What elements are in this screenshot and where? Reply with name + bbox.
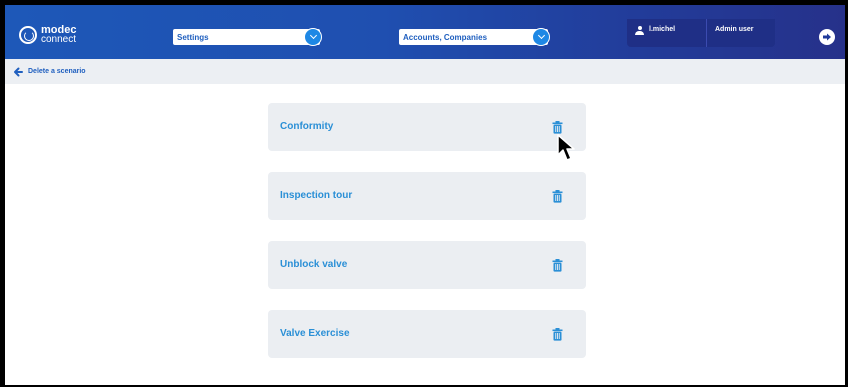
- trash-icon[interactable]: [552, 328, 563, 341]
- user-panel: l.michel Admin user: [627, 19, 775, 47]
- scenario-title: Conformity: [280, 121, 334, 132]
- top-bar: modec connect Settings Accounts, Compani…: [5, 5, 845, 59]
- scenario-title: Inspection tour: [280, 190, 353, 201]
- username: l.michel: [649, 26, 676, 33]
- breadcrumb: Delete a scenario: [5, 59, 845, 84]
- user-menu[interactable]: l.michel: [627, 19, 707, 47]
- logo-text: modec connect: [41, 25, 77, 45]
- mouse-cursor-icon: [557, 134, 575, 161]
- settings-dropdown-label: Settings: [177, 32, 209, 42]
- breadcrumb-label[interactable]: Delete a scenario: [28, 68, 86, 75]
- chevron-down-icon[interactable]: [304, 28, 322, 46]
- logout-icon: [823, 33, 831, 41]
- trash-icon[interactable]: [552, 259, 563, 272]
- scenario-title: Unblock valve: [280, 259, 348, 270]
- trash-icon[interactable]: [552, 190, 563, 203]
- back-arrow-icon[interactable]: [13, 67, 23, 77]
- role-label: Admin user: [715, 26, 754, 33]
- user-role: Admin user: [707, 19, 754, 47]
- scenario-card[interactable]: Conformity: [268, 103, 586, 151]
- logout-button[interactable]: [819, 29, 835, 45]
- user-icon: [635, 26, 644, 35]
- logo-mark-icon: [19, 26, 37, 44]
- chevron-down-icon[interactable]: [532, 28, 550, 46]
- accounts-dropdown-label: Accounts, Companies: [403, 32, 488, 42]
- logo-line2: connect: [41, 34, 77, 45]
- app-frame: modec connect Settings Accounts, Compani…: [5, 5, 845, 385]
- accounts-dropdown[interactable]: Accounts, Companies: [399, 28, 550, 46]
- scenario-card[interactable]: Inspection tour: [268, 172, 586, 220]
- logo[interactable]: modec connect: [19, 25, 77, 45]
- settings-dropdown[interactable]: Settings: [173, 28, 322, 46]
- scenario-card[interactable]: Valve Exercise: [268, 310, 586, 358]
- scenario-card[interactable]: Unblock valve: [268, 241, 586, 289]
- scenario-title: Valve Exercise: [280, 328, 350, 339]
